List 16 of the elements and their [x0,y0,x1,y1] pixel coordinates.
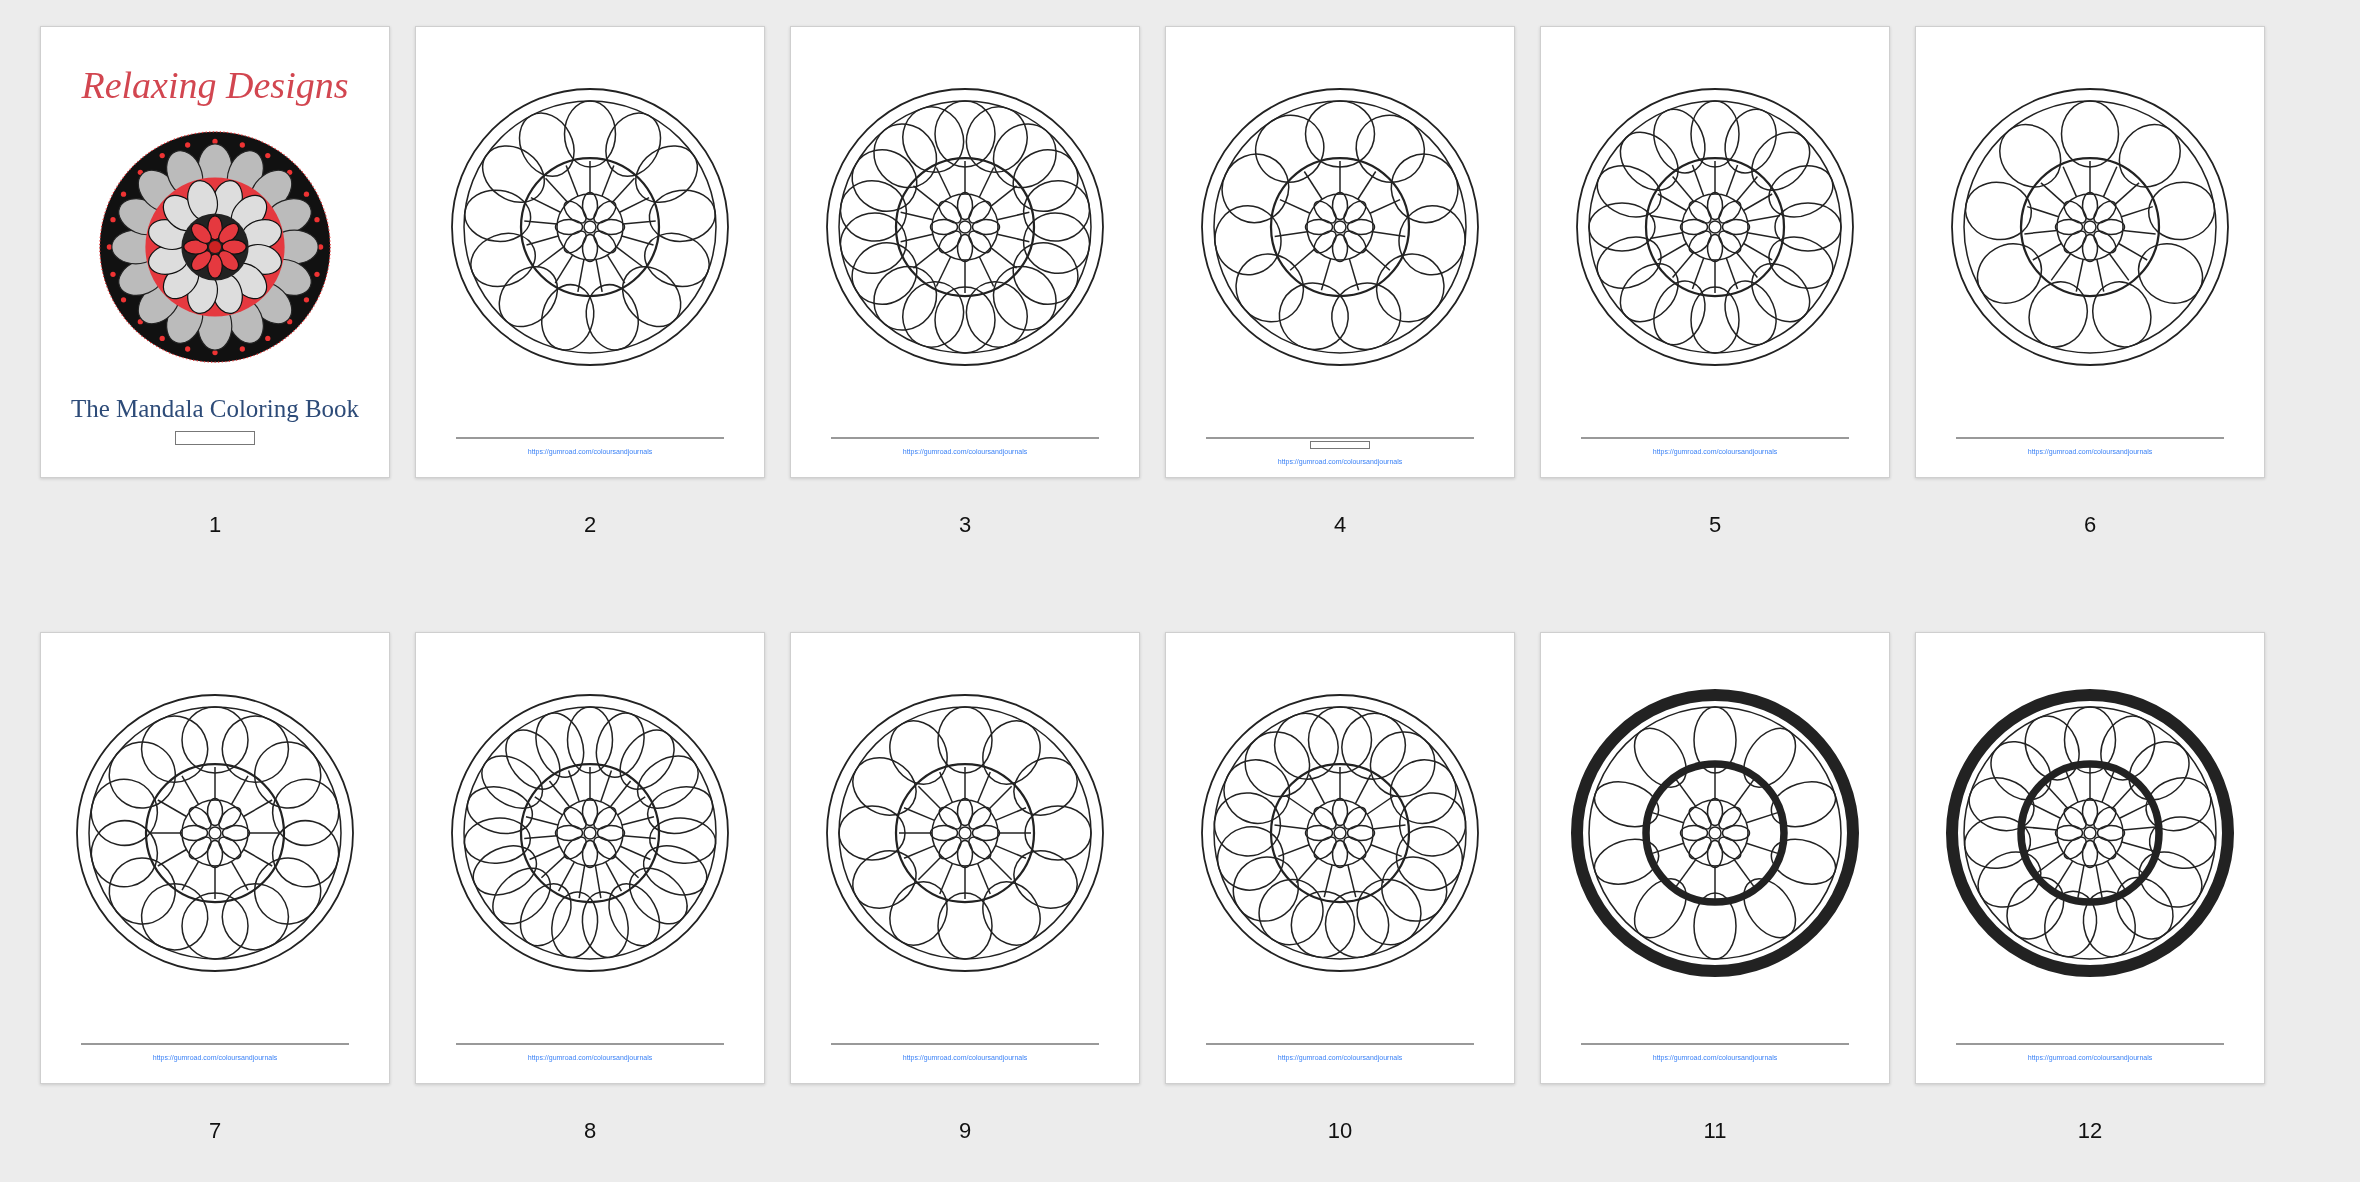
cover-title: Relaxing Designs [81,63,349,107]
page-number: 2 [583,512,597,538]
page-number: 4 [1333,512,1347,538]
page-number: 5 [1708,512,1722,538]
page-number: 9 [958,1118,972,1144]
page-number: 10 [1327,1118,1353,1144]
cover-subtitle: The Mandala Coloring Book [70,395,360,423]
page-number: 12 [2077,1118,2103,1144]
page-number: 7 [208,1118,222,1144]
page-number: 6 [2083,512,2097,538]
page-number: 1 [208,512,222,538]
page-number: 11 [1703,1118,1727,1144]
page-thumbnail[interactable]: Relaxing Designs The Mandala Coloring Book [40,26,390,478]
empty-box [1310,441,1370,449]
page-number: 3 [958,512,972,538]
page-number: 8 [583,1118,597,1144]
